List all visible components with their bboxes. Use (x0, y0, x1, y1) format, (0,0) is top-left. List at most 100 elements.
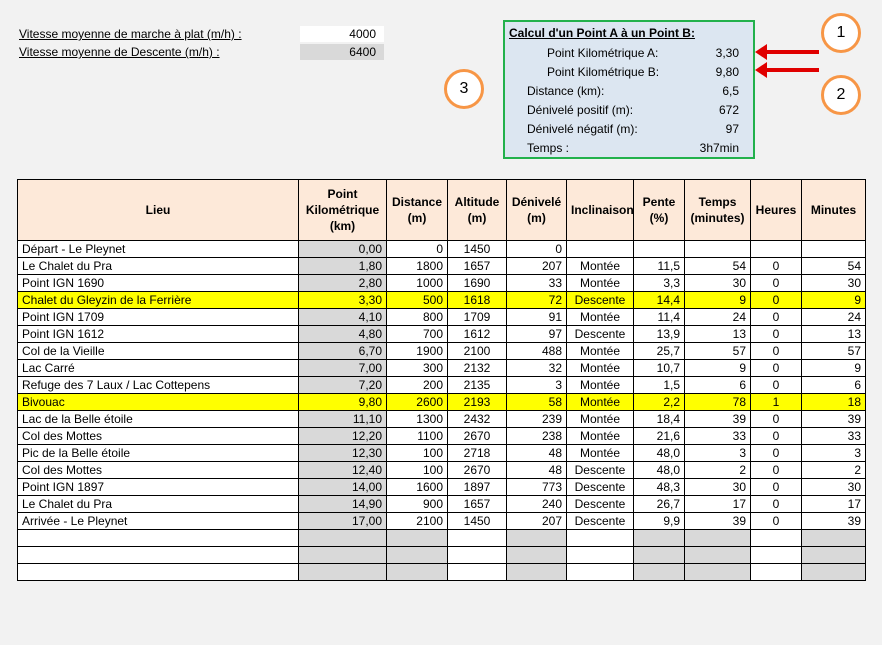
table-cell[interactable]: Montée (566, 376, 634, 394)
table-cell[interactable]: Montée (566, 410, 634, 428)
table-row[interactable]: Refuge des 7 Laux / Lac Cottepens 7,20 200… (17, 376, 866, 394)
table-cell[interactable]: 0 (750, 512, 802, 530)
table-cell[interactable]: 700 (386, 325, 448, 343)
table-row[interactable]: Lac Carré 7,00 300 2132 32 Montée 10,7 9 0 9 (17, 359, 866, 377)
table-cell[interactable]: 58 (506, 393, 567, 411)
table-cell[interactable]: 2100 (386, 512, 448, 530)
table-cell[interactable]: 21,6 (633, 427, 685, 445)
table-cell[interactable]: 3,3 (633, 274, 685, 292)
table-cell[interactable]: Le Chalet du Pra (17, 495, 299, 513)
table-cell[interactable]: 488 (506, 342, 567, 360)
table-row[interactable]: Le Chalet du Pra 14,90 900 1657 240 Descente 2… (17, 495, 866, 513)
descent-speed-cell[interactable]: 6400 (300, 44, 384, 60)
table-cell[interactable]: 78 (684, 393, 751, 411)
calc-value[interactable]: 3,30 (716, 44, 739, 62)
table-cell[interactable]: 54 (801, 257, 866, 275)
table-cell[interactable]: 26,7 (633, 495, 685, 513)
table-row[interactable]: Col des Mottes 12,20 1100 2670 238 Montée 21,6… (17, 427, 866, 445)
table-cell[interactable] (386, 563, 448, 581)
table-cell[interactable]: 14,90 (298, 495, 387, 513)
table-cell[interactable]: 97 (506, 325, 567, 343)
table-cell[interactable]: Montée (566, 393, 634, 411)
table-cell[interactable]: 48 (506, 461, 567, 479)
table-cell[interactable]: 48,0 (633, 461, 685, 479)
table-cell[interactable]: 11,10 (298, 410, 387, 428)
table-cell[interactable]: Descente (566, 478, 634, 496)
table-cell[interactable]: Montée (566, 444, 634, 462)
table-cell[interactable]: Le Chalet du Pra (17, 257, 299, 275)
table-cell[interactable] (801, 529, 866, 547)
table-row[interactable]: Chalet du Gleyzin de la Ferrière 3,30 500 1… (17, 291, 866, 309)
table-row[interactable]: Le Chalet du Pra 1,80 1800 1657 207 Montée 11,… (17, 257, 866, 275)
table-cell[interactable]: 91 (506, 308, 567, 326)
table-cell[interactable]: 207 (506, 512, 567, 530)
table-cell[interactable]: 1600 (386, 478, 448, 496)
table-cell[interactable]: Montée (566, 308, 634, 326)
table-cell[interactable]: Col des Mottes (17, 427, 299, 445)
table-row[interactable] (17, 546, 866, 564)
table-cell[interactable] (566, 563, 634, 581)
table-cell[interactable]: 33 (684, 427, 751, 445)
table-cell[interactable]: 2 (684, 461, 751, 479)
table-row[interactable] (17, 563, 866, 581)
table-cell[interactable] (447, 529, 507, 547)
table-cell[interactable]: 0 (750, 376, 802, 394)
table-cell[interactable]: 0 (750, 461, 802, 479)
table-cell[interactable]: 4,10 (298, 308, 387, 326)
table-cell[interactable] (386, 529, 448, 547)
table-cell[interactable]: 2,80 (298, 274, 387, 292)
table-cell[interactable]: 0 (506, 240, 567, 258)
table-cell[interactable] (633, 563, 685, 581)
table-cell[interactable] (566, 529, 634, 547)
table-cell[interactable] (801, 546, 866, 564)
table-cell[interactable]: 3 (801, 444, 866, 462)
table-cell[interactable]: 7,20 (298, 376, 387, 394)
table-row[interactable]: Départ - Le Pleynet 0,00 0 1450 0 (17, 240, 866, 258)
table-cell[interactable]: 1612 (447, 325, 507, 343)
table-cell[interactable]: 0 (750, 478, 802, 496)
table-cell[interactable]: 2670 (447, 427, 507, 445)
table-cell[interactable]: 1618 (447, 291, 507, 309)
table-cell[interactable]: 2100 (447, 342, 507, 360)
table-cell[interactable]: 39 (684, 512, 751, 530)
table-cell[interactable]: 57 (801, 342, 866, 360)
table-cell[interactable] (633, 529, 685, 547)
table-cell[interactable]: Montée (566, 274, 634, 292)
table-cell[interactable]: 1900 (386, 342, 448, 360)
table-cell[interactable]: 12,40 (298, 461, 387, 479)
table-cell[interactable]: 4,80 (298, 325, 387, 343)
table-cell[interactable]: 1,5 (633, 376, 685, 394)
table-cell[interactable]: 30 (801, 478, 866, 496)
table-cell[interactable]: 17 (801, 495, 866, 513)
table-cell[interactable] (684, 563, 751, 581)
table-cell[interactable]: 0 (750, 444, 802, 462)
table-cell[interactable]: 57 (684, 342, 751, 360)
table-cell[interactable]: 0 (750, 495, 802, 513)
table-cell[interactable]: 773 (506, 478, 567, 496)
table-cell[interactable] (566, 546, 634, 564)
table-cell[interactable]: 72 (506, 291, 567, 309)
table-cell[interactable]: 1100 (386, 427, 448, 445)
table-cell[interactable]: 39 (684, 410, 751, 428)
table-cell[interactable]: 300 (386, 359, 448, 377)
table-cell[interactable] (447, 563, 507, 581)
table-cell[interactable]: 1300 (386, 410, 448, 428)
table-cell[interactable]: 0 (750, 274, 802, 292)
table-row[interactable]: Point IGN 1690 2,80 1000 1690 33 Montée 3,3 30 0… (17, 274, 866, 292)
table-cell[interactable]: 0 (750, 325, 802, 343)
table-cell[interactable] (298, 529, 387, 547)
table-cell[interactable] (750, 240, 802, 258)
calc-row-pk-a[interactable]: Point Kilométrique A: 3,30 (505, 44, 753, 62)
table-cell[interactable]: 1 (750, 393, 802, 411)
table-cell[interactable] (566, 240, 634, 258)
table-cell[interactable]: Point IGN 1709 (17, 308, 299, 326)
table-cell[interactable]: 2193 (447, 393, 507, 411)
table-cell[interactable]: 0 (750, 291, 802, 309)
table-cell[interactable] (633, 546, 685, 564)
table-row[interactable]: Lac de la Belle étoile 11,10 1300 2432 239 Mo… (17, 410, 866, 428)
table-cell[interactable] (17, 529, 299, 547)
table-cell[interactable]: 1657 (447, 257, 507, 275)
table-cell[interactable]: 0 (750, 410, 802, 428)
table-cell[interactable]: Descente (566, 291, 634, 309)
table-cell[interactable]: Bivouac (17, 393, 299, 411)
